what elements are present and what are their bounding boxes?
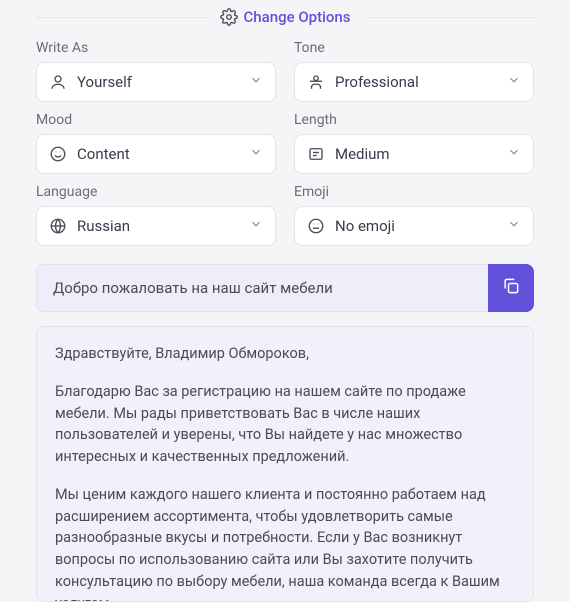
- chevron-down-icon: [249, 145, 263, 163]
- select-length[interactable]: Medium: [294, 134, 534, 174]
- profile-icon: [49, 73, 67, 91]
- chevron-down-icon: [507, 145, 521, 163]
- select-value: No emoji: [335, 217, 395, 235]
- chevron-down-icon: [249, 73, 263, 91]
- label-mood: Mood: [36, 112, 276, 128]
- chevron-down-icon: [507, 73, 521, 91]
- select-mood[interactable]: Content: [36, 134, 276, 174]
- select-value: Professional: [335, 73, 419, 91]
- subject-field[interactable]: Добро пожаловать на наш сайт мебели: [36, 264, 488, 312]
- chevron-down-icon: [249, 217, 263, 235]
- subject-row: Добро пожаловать на наш сайт мебели: [36, 264, 534, 312]
- select-value: Yourself: [77, 73, 132, 91]
- field-tone: Tone Professional: [294, 40, 534, 102]
- label-length: Length: [294, 112, 534, 128]
- no-emoji-icon: [307, 217, 325, 235]
- body-paragraph: Мы ценим каждого нашего клиента и постоя…: [55, 484, 515, 602]
- body-greeting: Здравствуйте, Владимир Обмороков,: [55, 343, 515, 365]
- options-header-label: Change Options: [244, 8, 351, 26]
- label-language: Language: [36, 184, 276, 200]
- select-value: Content: [77, 145, 130, 163]
- copy-icon: [501, 276, 521, 300]
- lines-icon: [307, 145, 325, 163]
- select-write-as[interactable]: Yourself: [36, 62, 276, 102]
- field-length: Length Medium: [294, 112, 534, 174]
- smile-icon: [49, 145, 67, 163]
- label-write-as: Write As: [36, 40, 276, 56]
- select-language[interactable]: Russian: [36, 206, 276, 246]
- field-write-as: Write As Yourself: [36, 40, 276, 102]
- chevron-down-icon: [507, 217, 521, 235]
- label-tone: Tone: [294, 40, 534, 56]
- label-emoji: Emoji: [294, 184, 534, 200]
- copy-button[interactable]: [488, 264, 534, 312]
- gear-icon: [220, 8, 238, 26]
- select-value: Russian: [77, 217, 130, 235]
- field-mood: Mood Content: [36, 112, 276, 174]
- field-language: Language Russian: [36, 184, 276, 246]
- globe-icon: [49, 217, 67, 235]
- options-header[interactable]: Change Options: [36, 0, 534, 40]
- body-paragraph: Благодарю Вас за регистрацию на нашем са…: [55, 381, 515, 468]
- select-emoji[interactable]: No emoji: [294, 206, 534, 246]
- message-body[interactable]: Здравствуйте, Владимир Обмороков, Благод…: [36, 326, 534, 602]
- briefcase-user-icon: [307, 73, 325, 91]
- select-tone[interactable]: Professional: [294, 62, 534, 102]
- field-emoji: Emoji No emoji: [294, 184, 534, 246]
- select-value: Medium: [335, 145, 390, 163]
